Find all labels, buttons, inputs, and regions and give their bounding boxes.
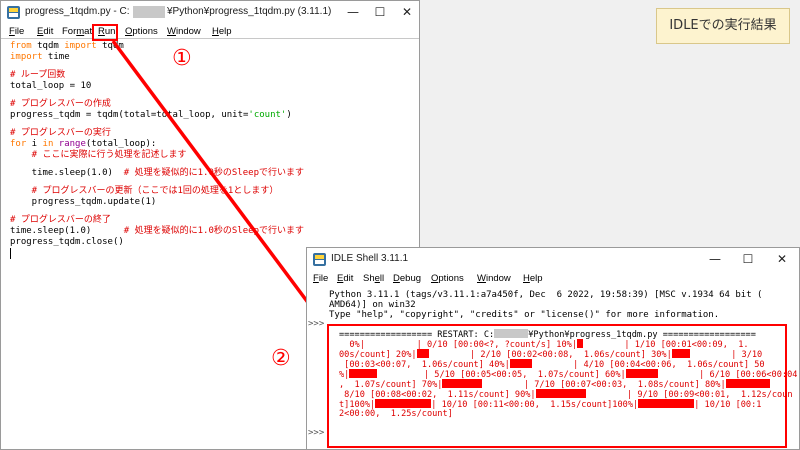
- menu-window[interactable]: Window: [477, 273, 511, 284]
- menu-file[interactable]: File: [313, 273, 328, 284]
- python-version-line: Python 3.11.1 (tags/v3.11.1:a7a450f, Dec…: [329, 290, 763, 300]
- progress-bar-40: [509, 359, 532, 368]
- shell-prompt: >>>: [308, 319, 325, 329]
- close-button[interactable]: ✕: [769, 248, 795, 270]
- maximize-button[interactable]: ☐: [735, 248, 761, 270]
- shell-menubar: File Edit Shell Debug Options Window Hel…: [307, 272, 799, 288]
- menu-help[interactable]: Help: [523, 273, 543, 284]
- progress-bar-100-final: [638, 399, 695, 408]
- progress-output-line: 2<00:00, 1.25s/count]: [339, 409, 453, 419]
- progress-bar-100: [375, 399, 432, 408]
- progress-bar-20: [416, 349, 429, 358]
- redacted-path: [494, 329, 529, 338]
- shell-prompt: >>>: [308, 428, 325, 438]
- shell-window: IDLE Shell 3.11.1 — ☐ ✕ File Edit Shell …: [306, 247, 800, 450]
- minimize-button[interactable]: —: [702, 248, 728, 270]
- step-marker-1: ①: [172, 46, 192, 71]
- shell-output-area[interactable]: >>> >>> Python 3.11.1 (tags/v3.11.1:a7a4…: [307, 288, 799, 449]
- run-output-highlight: ================== RESTART: C: ¥Python¥pr…: [327, 324, 797, 448]
- progress-bar-50: [349, 369, 378, 378]
- progress-bar-70: [442, 379, 483, 388]
- python-idle-icon: [313, 253, 326, 266]
- progress-bar-60: [625, 369, 658, 378]
- progress-bar-30: [671, 349, 690, 358]
- shell-titlebar: IDLE Shell 3.11.1 — ☐ ✕: [307, 248, 799, 272]
- progress-bar-80: [725, 379, 770, 388]
- python-platform-line: AMD64)] on win32: [329, 300, 416, 310]
- progress-bar-90: [535, 389, 586, 398]
- prompt-gutter: >>> >>>: [307, 288, 325, 449]
- menu-edit[interactable]: Edit: [337, 273, 353, 284]
- menu-shell[interactable]: Shell: [363, 273, 384, 284]
- shell-title: IDLE Shell 3.11.1: [331, 253, 409, 264]
- menu-debug[interactable]: Debug: [393, 273, 421, 284]
- step-marker-2: ②: [271, 346, 291, 371]
- help-hint-line: Type "help", "copyright", "credits" or "…: [329, 310, 720, 320]
- menu-options[interactable]: Options: [431, 273, 464, 284]
